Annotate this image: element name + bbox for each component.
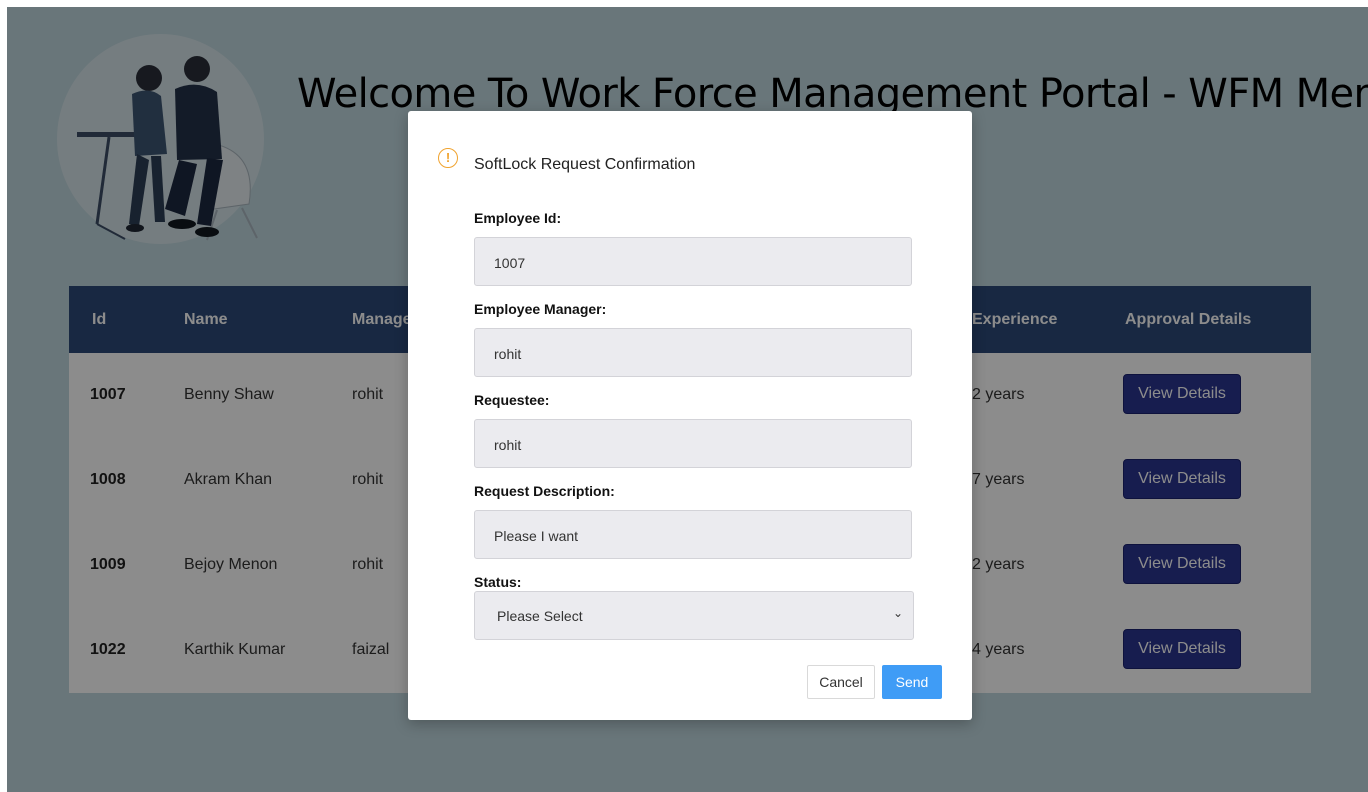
request-description-field[interactable]: Please I want xyxy=(474,510,912,559)
chevron-down-icon: ⌄ xyxy=(892,606,903,620)
employee-manager-label: Employee Manager: xyxy=(474,301,607,317)
employee-id-value: 1007 xyxy=(494,255,526,271)
requestee-value: rohit xyxy=(494,437,522,453)
employee-id-label: Employee Id: xyxy=(474,210,562,226)
requestee-label: Requestee: xyxy=(474,392,550,408)
employee-manager-field[interactable]: rohit xyxy=(474,328,912,377)
status-select[interactable]: Please Select ⌄ xyxy=(474,591,914,640)
status-label: Status: xyxy=(474,574,522,590)
employee-id-field[interactable]: 1007 xyxy=(474,237,912,286)
request-description-value: Please I want xyxy=(494,528,579,544)
request-description-label: Request Description: xyxy=(474,483,615,499)
send-button[interactable]: Send xyxy=(882,665,942,699)
status-select-value: Please Select xyxy=(497,608,583,624)
requestee-field[interactable]: rohit xyxy=(474,419,912,468)
warning-icon: ! xyxy=(438,148,458,168)
cancel-button[interactable]: Cancel xyxy=(807,665,875,699)
page: Welcome To Work Force Management Portal … xyxy=(7,7,1368,792)
softlock-modal: ! SoftLock Request Confirmation Employee… xyxy=(408,111,972,720)
employee-manager-value: rohit xyxy=(494,346,522,362)
modal-title: SoftLock Request Confirmation xyxy=(474,156,696,173)
